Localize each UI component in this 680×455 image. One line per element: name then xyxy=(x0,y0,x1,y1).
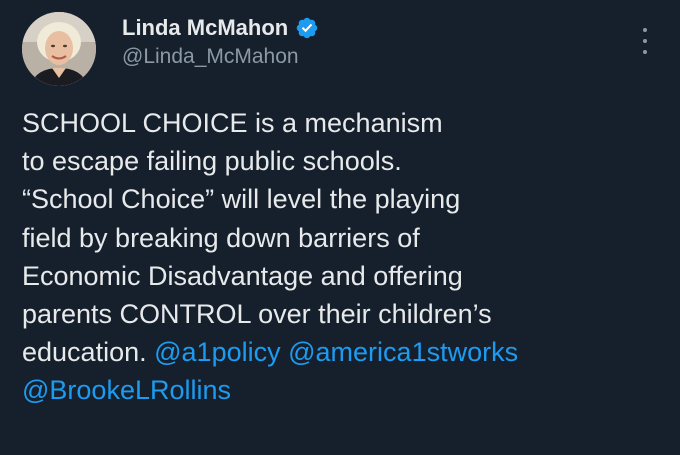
tweet-last-line: education. @a1policy @america1stworks xyxy=(22,333,667,371)
display-name[interactable]: Linda McMahon xyxy=(122,15,288,41)
verified-badge-icon xyxy=(295,16,319,40)
mention-link[interactable]: @BrookeLRollins xyxy=(22,375,231,405)
author-name-row: Linda McMahon xyxy=(122,12,319,44)
author-handle[interactable]: @Linda_McMahon xyxy=(122,45,299,69)
tweet-line: parents CONTROL over their children’s xyxy=(22,299,492,330)
tweet-line: SCHOOL CHOICE is a mechanism xyxy=(22,108,443,138)
tweet-mention-line: @BrookeLRollins xyxy=(22,371,667,409)
mention-link[interactable]: @a1policy xyxy=(154,337,280,367)
tweet: Linda McMahon @Linda_McMahon SCHOOL CHOI… xyxy=(0,0,680,455)
avatar[interactable] xyxy=(22,12,96,86)
mention-link[interactable]: @america1stworks xyxy=(288,337,518,367)
tweet-line: to escape failing public schools. xyxy=(22,146,402,177)
tweet-line: “School Choice” will level the playing xyxy=(22,184,461,215)
tweet-text: SCHOOL CHOICE is a mechanism to escape f… xyxy=(22,104,667,410)
more-vertical-icon[interactable] xyxy=(640,28,650,54)
tweet-line: field by breaking down barriers of xyxy=(22,222,420,253)
tweet-line: Economic Disadvantage and offering xyxy=(22,260,463,291)
tweet-line: education. xyxy=(22,337,147,368)
avatar-image xyxy=(22,12,96,86)
